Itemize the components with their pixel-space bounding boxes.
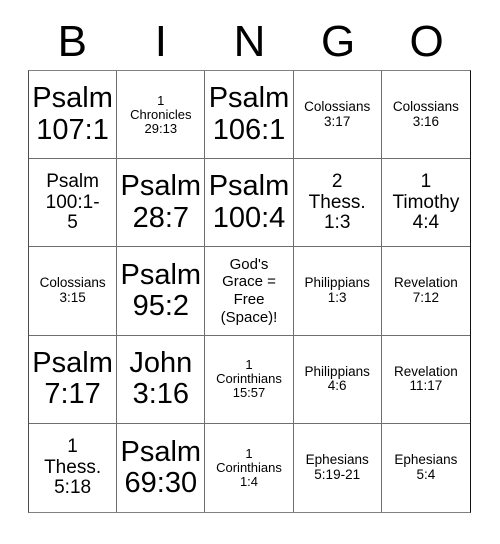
bingo-cell-r5c2[interactable]: Psalm 69:30 [117,423,206,512]
bingo-card: B I N G O Psalm 107:1 1 Chronicles 29:13… [0,0,500,544]
bingo-cell-r1c3[interactable]: Psalm 106:1 [205,71,294,160]
bingo-cell-r2c2[interactable]: Psalm 28:7 [117,159,206,248]
bingo-cell-label: 1 Corinthians 1:4 [216,445,282,489]
bingo-cell-r4c2[interactable]: John 3:16 [117,335,206,424]
bingo-cell-r4c1[interactable]: Psalm 7:17 [29,335,118,424]
bingo-cell-r1c2[interactable]: 1 Chronicles 29:13 [117,71,206,160]
bingo-cell-label: Colossians 3:16 [392,99,459,129]
bingo-cell-r3c4[interactable]: Philippians 1:3 [293,247,382,336]
bingo-cell-label: Psalm 69:30 [120,435,202,499]
bingo-cell-label: 1 Corinthians 15:57 [216,357,282,401]
bingo-cell-label: 1 Timothy 4:4 [392,171,460,234]
bingo-cell-r2c4[interactable]: 2 Thess. 1:3 [293,159,382,248]
bingo-header-letter-o: O [409,17,444,66]
bingo-cell-label: Ephesians 5:19-21 [305,452,369,482]
bingo-cell-free-space[interactable]: God's Grace = Free (Space)! [205,247,294,336]
bingo-cell-label: Colossians 3:17 [304,99,371,129]
bingo-cell-label: 1 Chronicles 29:13 [130,92,192,136]
bingo-cell-r2c3[interactable]: Psalm 100:4 [205,159,294,248]
bingo-header-letter-n: N [233,17,266,66]
bingo-cell-r4c5[interactable]: Revelation 11:17 [381,336,470,424]
bingo-cell-label: John 3:16 [129,346,193,411]
bingo-cell-r4c3[interactable]: 1 Corinthians 15:57 [205,335,294,424]
bingo-cell-label: 2 Thess. 1:3 [308,171,366,234]
bingo-cell-label: Ephesians 5:4 [394,452,458,482]
bingo-cell-label: Revelation 11:17 [393,363,458,394]
bingo-cell-label: Psalm 28:7 [120,170,202,234]
bingo-cell-label: Psalm 100:1- 5 [45,171,100,234]
bingo-cell-r5c1[interactable]: 1 Thess. 5:18 [29,423,118,512]
bingo-header-letter-g: G [320,17,356,66]
bingo-cell-label: Psalm 7:17 [32,346,113,411]
bingo-header-letter-i: I [154,17,167,66]
bingo-cell-label: Revelation 7:12 [393,275,458,305]
bingo-cell-r3c1[interactable]: Colossians 3:15 [29,247,118,336]
bingo-cell-r1c4[interactable]: Colossians 3:17 [293,71,382,160]
bingo-cell-label: Philippians 4:6 [304,363,370,394]
bingo-cell-r3c2[interactable]: Psalm 95:2 [117,247,206,336]
bingo-cell-label: 1 Thess. 5:18 [44,436,102,499]
bingo-cell-label: Colossians 3:15 [39,275,106,305]
bingo-cell-r4c4[interactable]: Philippians 4:6 [293,335,382,424]
bingo-cell-label: Psalm 107:1 [32,82,113,146]
bingo-grid: Psalm 107:1 1 Chronicles 29:13 Psalm 106… [28,70,471,513]
bingo-cell-label: Psalm 95:2 [120,258,202,322]
bingo-cell-r2c1[interactable]: Psalm 100:1- 5 [29,159,118,248]
bingo-cell-label: Philippians 1:3 [304,275,370,305]
bingo-cell-r5c3[interactable]: 1 Corinthians 1:4 [205,423,294,512]
bingo-cell-r2c5[interactable]: 1 Timothy 4:4 [381,159,470,248]
bingo-cell-r1c5[interactable]: Colossians 3:16 [381,71,470,160]
bingo-cell-r3c5[interactable]: Revelation 7:12 [381,247,470,336]
bingo-cell-label: Psalm 106:1 [208,82,290,146]
free-space-label: God's Grace = Free (Space)! [220,255,278,326]
bingo-header-row: B I N G O [28,14,471,70]
bingo-cell-r1c1[interactable]: Psalm 107:1 [29,71,118,160]
bingo-header-letter-b: B [57,17,87,66]
bingo-cell-label: Psalm 100:4 [208,170,290,234]
bingo-cell-r5c4[interactable]: Ephesians 5:19-21 [294,423,382,512]
bingo-cell-r5c5[interactable]: Ephesians 5:4 [382,424,470,512]
